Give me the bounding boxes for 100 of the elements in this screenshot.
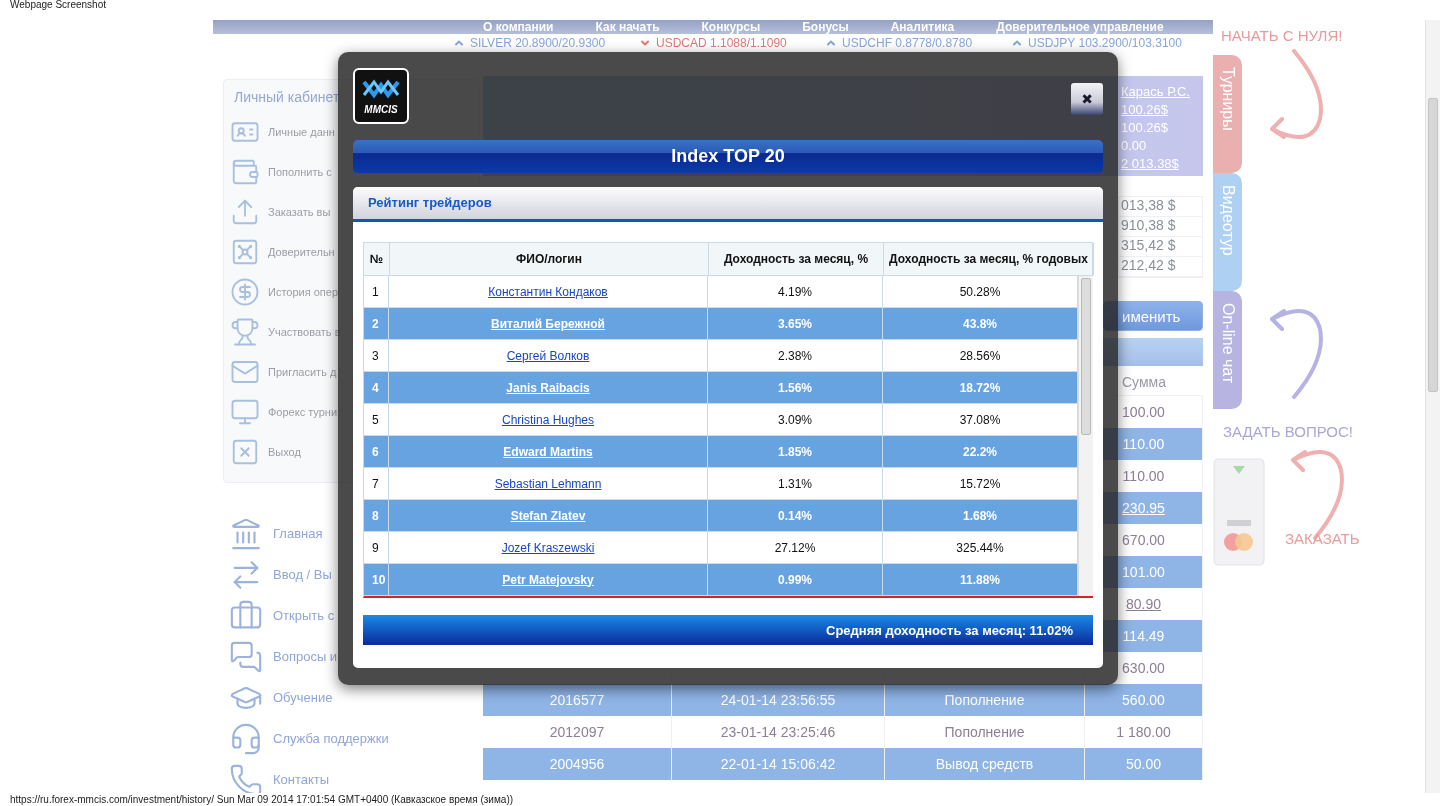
side-tab[interactable]: Турниры bbox=[1213, 55, 1242, 173]
amount-text: 670.00 bbox=[1122, 532, 1165, 548]
cabinet-link[interactable]: Выход bbox=[268, 446, 301, 458]
amount-text: 110.00 bbox=[1122, 468, 1165, 484]
trader-link[interactable]: Edward Martins bbox=[503, 444, 593, 459]
table-cell: 2016577 bbox=[483, 684, 672, 716]
trophy-icon bbox=[230, 317, 260, 347]
column-header: ФИО/логин bbox=[390, 243, 709, 275]
promo-heading[interactable]: ЗАДАТЬ ВОПРОС! bbox=[1213, 423, 1425, 440]
dialog-title: Index TOP 20 bbox=[353, 140, 1103, 173]
chat-bubbles-icon bbox=[229, 639, 263, 674]
ticker-quote: USDCHF 0.8778/0.8780 bbox=[842, 36, 973, 50]
cabinet-link[interactable]: Форекс турни bbox=[268, 406, 338, 418]
trader-link[interactable]: Константин Кондаков bbox=[488, 284, 608, 299]
payment-card-icon bbox=[1213, 458, 1265, 566]
average-bar: Средняя доходность за месяц: 11.02% bbox=[363, 615, 1093, 645]
nav-link[interactable]: Аналитика bbox=[890, 20, 955, 34]
table-cell: 27.12% bbox=[708, 532, 883, 563]
safe-icon bbox=[230, 237, 260, 267]
panel-title: Рейтинг трейдеров bbox=[353, 187, 1103, 222]
bank-building-icon bbox=[229, 516, 263, 551]
promo-heading[interactable]: НАЧАТЬ С НУЛЯ! bbox=[1213, 27, 1425, 49]
nav-link[interactable]: О компании bbox=[483, 20, 554, 34]
menu-link[interactable]: Обучение bbox=[273, 690, 333, 705]
amount-link[interactable]: 80.90 bbox=[1125, 596, 1161, 612]
table-cell: 2.38% bbox=[708, 340, 883, 371]
close-button[interactable]: ✖ bbox=[1071, 83, 1103, 115]
nav-link[interactable]: Бонусы bbox=[802, 20, 849, 34]
scrollbar[interactable] bbox=[1078, 276, 1093, 596]
cabinet-link[interactable]: Личные данн bbox=[268, 126, 335, 138]
cabinet-link[interactable]: Пополнить с bbox=[268, 166, 332, 178]
cabinet-link[interactable]: Доверительн bbox=[268, 246, 335, 258]
menu-link[interactable]: Вопросы и bbox=[273, 649, 338, 664]
nav-link[interactable]: Как начать bbox=[595, 20, 660, 34]
trader-link[interactable]: Сергей Волков bbox=[506, 348, 590, 363]
dollar-coin-icon bbox=[230, 277, 260, 307]
nav-link[interactable]: Доверительное управление bbox=[996, 20, 1164, 34]
amount-text: 114.49 bbox=[1122, 628, 1165, 644]
square-x-icon bbox=[230, 437, 260, 467]
stat-value: 013,38 $ bbox=[1119, 197, 1202, 217]
table-cell: 4.19% bbox=[708, 276, 883, 307]
amount-link[interactable]: 230.95 bbox=[1122, 500, 1165, 516]
amount-text: 110.00 bbox=[1122, 436, 1165, 452]
column-header: № bbox=[364, 243, 390, 275]
scrollbar[interactable] bbox=[1425, 20, 1440, 793]
table-cell: 22-01-14 15:06:42 bbox=[672, 748, 885, 780]
table-cell: Вывод средств bbox=[885, 748, 1085, 780]
cabinet-link[interactable]: Пригласить д bbox=[268, 366, 337, 378]
monitor-icon bbox=[230, 397, 260, 427]
cabinet-link[interactable]: История опер bbox=[268, 286, 339, 298]
menu-link[interactable]: Главная bbox=[273, 526, 323, 541]
table-cell: 24-01-14 23:56:55 bbox=[672, 684, 885, 716]
trader-link[interactable]: Jozef Kraszewski bbox=[501, 540, 595, 555]
column-header: Доходность за месяц, % bbox=[709, 243, 884, 275]
amount-text: 50.00 bbox=[1125, 756, 1161, 772]
table-cell: 4 bbox=[364, 372, 389, 403]
wallet-icon bbox=[230, 157, 260, 187]
trader-link[interactable]: Petr Matejovsky bbox=[502, 572, 594, 587]
trader-link[interactable]: Christina Hughes bbox=[501, 412, 594, 427]
phone-icon bbox=[229, 762, 263, 793]
menu-link[interactable]: Ввод / Вы bbox=[273, 567, 332, 582]
value-link[interactable]: Карась Р.С. bbox=[1121, 84, 1199, 102]
table-cell: 3 bbox=[364, 340, 389, 371]
trader-link[interactable]: Janis Raibacis bbox=[506, 380, 590, 395]
value-link[interactable]: 100.26$ bbox=[1121, 102, 1199, 120]
amount-text: 560.00 bbox=[1122, 692, 1165, 708]
menu-link[interactable]: Контакты bbox=[273, 772, 330, 787]
table-cell: 1.56% bbox=[708, 372, 883, 403]
table-cell: 8 bbox=[364, 500, 389, 531]
headset-icon bbox=[229, 721, 263, 756]
cabinet-link[interactable]: Заказать вы bbox=[268, 206, 331, 218]
table-cell: 1 bbox=[364, 276, 389, 307]
upload-icon bbox=[230, 197, 260, 227]
cabinet-link[interactable]: Участвовать в bbox=[268, 326, 341, 338]
menu-link[interactable]: Служба поддержки bbox=[273, 731, 389, 746]
value-link[interactable]: 2 013.38$ bbox=[1121, 156, 1199, 174]
table-cell: 9 bbox=[364, 532, 389, 563]
page-title: Webpage Screenshot bbox=[9, 0, 107, 12]
account-amount: 0.00 bbox=[1121, 138, 1148, 155]
amount-text: 100.00 bbox=[1122, 404, 1165, 420]
table-cell: 7 bbox=[364, 468, 389, 499]
trader-link[interactable]: Sebastian Lehmann bbox=[494, 476, 602, 491]
table-cell: 0.14% bbox=[708, 500, 883, 531]
table-cell: 0.99% bbox=[708, 564, 883, 595]
nav-link[interactable]: Конкурсы bbox=[701, 20, 761, 34]
promo-heading[interactable]: ЗАКАЗАТЬ bbox=[1283, 530, 1360, 547]
trader-link[interactable]: Stefan Zlatev bbox=[510, 508, 586, 523]
stat-value: 315,42 $ bbox=[1119, 237, 1202, 257]
amount-text: 630.00 bbox=[1122, 660, 1165, 676]
trader-link[interactable]: Виталий Бережной bbox=[491, 316, 605, 331]
ticker-quote: USDJPY 103.2900/103.3100 bbox=[1028, 36, 1182, 50]
amount-text: 101.00 bbox=[1122, 564, 1165, 580]
amount-text: 1 180.00 bbox=[1116, 724, 1171, 740]
table-cell: 3.09% bbox=[708, 404, 883, 435]
column-header: Доходность за месяц, % годовых bbox=[884, 243, 1094, 275]
side-tab[interactable]: On-line чат bbox=[1213, 291, 1242, 409]
menu-link[interactable]: Открыть с bbox=[273, 608, 335, 623]
table-cell: Пополнение bbox=[885, 684, 1085, 716]
table-cell: 2004956 bbox=[483, 748, 672, 780]
side-tab[interactable]: Видеотур bbox=[1213, 173, 1242, 291]
